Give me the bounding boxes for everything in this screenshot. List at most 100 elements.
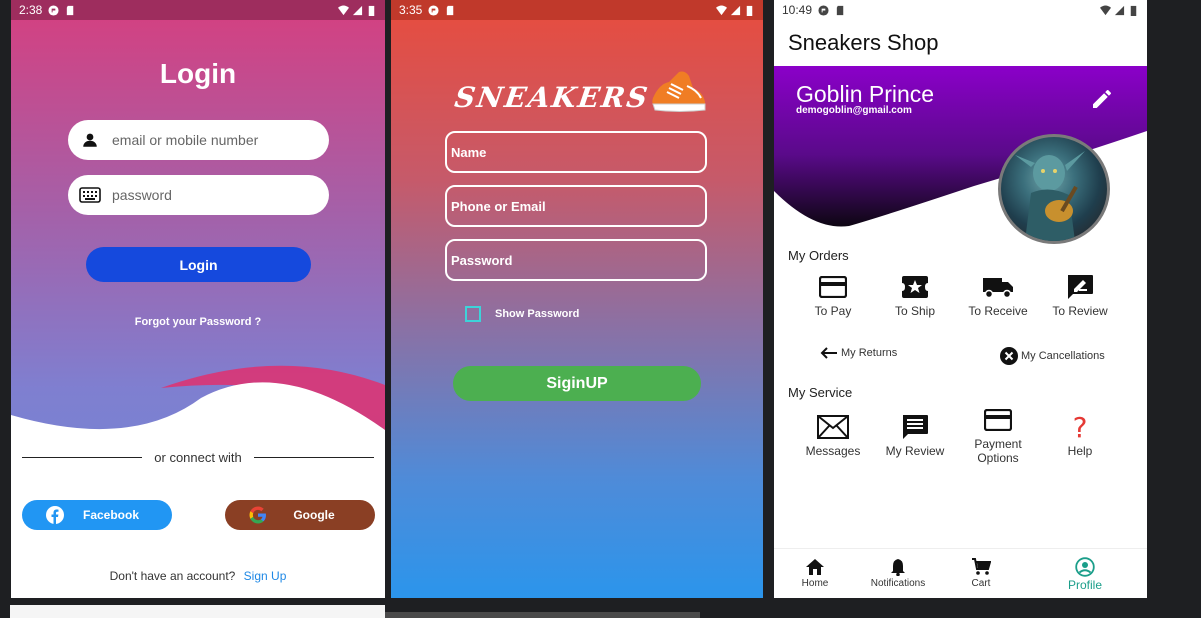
my-returns-link[interactable]: My Returns — [820, 347, 897, 359]
nav-notifications[interactable]: Notifications — [858, 557, 938, 589]
status-bar: 2:38 — [11, 0, 385, 20]
service-my-review[interactable]: My Review — [872, 412, 958, 458]
cancel-icon — [1000, 347, 1018, 365]
service-payment-options[interactable]: Payment Options — [955, 405, 1041, 465]
forgot-password-link[interactable]: Forgot your Password ? — [11, 316, 385, 328]
home-icon — [806, 559, 824, 575]
login-screen: 2:38 Login Login Forgot your Password ? … — [11, 0, 385, 598]
my-returns-label: My Returns — [841, 347, 898, 359]
email-input[interactable] — [112, 132, 312, 148]
mail-icon — [817, 415, 849, 439]
connect-divider: or connect with — [22, 450, 374, 465]
battery-icon — [368, 5, 375, 16]
orders-title: My Orders — [788, 248, 849, 263]
bottom-navigation: Home Notifications Cart Profile — [774, 548, 1147, 598]
google-label: Google — [293, 508, 335, 522]
wave-decoration — [11, 365, 385, 598]
facebook-label: Facebook — [82, 508, 139, 522]
signup-button[interactable]: SiginUP — [453, 366, 701, 401]
password-field[interactable] — [445, 239, 707, 281]
app-notification-icon — [428, 4, 439, 16]
name-field[interactable] — [445, 131, 707, 173]
contact-field[interactable] — [445, 185, 707, 227]
service-title: My Service — [788, 385, 853, 400]
nav-label: Notifications — [870, 578, 926, 589]
signal-icon — [352, 5, 363, 15]
service-messages[interactable]: Messages — [790, 412, 876, 458]
password-field[interactable] — [68, 175, 329, 215]
status-time: 2:38 — [19, 3, 43, 17]
decorative-strip — [10, 605, 385, 618]
show-password-toggle[interactable]: Show Password — [465, 306, 579, 322]
google-icon — [243, 500, 273, 530]
person-icon — [78, 128, 102, 152]
show-password-label: Show Password — [495, 308, 580, 320]
avatar[interactable] — [998, 134, 1110, 244]
brand-logo: SNEAKERS — [452, 68, 707, 114]
facebook-icon — [40, 500, 70, 530]
show-password-checkbox[interactable] — [465, 306, 481, 322]
person-icon — [1075, 557, 1095, 577]
service-label: Messages — [805, 444, 861, 458]
edit-icon[interactable] — [1090, 87, 1114, 116]
facebook-button[interactable]: Facebook — [22, 500, 172, 530]
name-input[interactable] — [451, 144, 691, 160]
signup-link[interactable]: Sign Up — [244, 569, 287, 583]
bell-icon — [891, 559, 905, 576]
signup-screen: 3:35 SNEAKERS Show Password SiginUP — [391, 0, 763, 598]
brand-text: SNEAKERS — [452, 81, 652, 114]
order-to-ship[interactable]: To Ship — [872, 272, 958, 318]
app-notification-icon — [48, 4, 59, 16]
order-label: To Receive — [968, 304, 1028, 318]
order-to-receive[interactable]: To Receive — [955, 272, 1041, 318]
decorative-strip — [385, 612, 700, 618]
battery-icon — [746, 5, 753, 16]
order-to-review[interactable]: To Review — [1037, 272, 1123, 318]
status-bar: 10:49 — [774, 0, 1147, 20]
rate-review-icon — [1068, 275, 1093, 299]
app-bar: Sneakers Shop — [774, 20, 1147, 66]
order-to-pay[interactable]: To Pay — [790, 272, 876, 318]
goblin-avatar-image — [1015, 151, 1085, 241]
user-email: demogoblin@gmail.com — [796, 105, 912, 116]
card-icon — [984, 409, 1012, 431]
nav-profile[interactable]: Profile — [1045, 557, 1125, 592]
status-bar: 3:35 — [391, 0, 763, 20]
signal-icon — [730, 5, 741, 15]
sd-card-icon — [447, 5, 454, 15]
my-cancellations-label: My Cancellations — [1021, 350, 1105, 362]
keyboard-icon — [78, 183, 102, 207]
app-title: Sneakers Shop — [788, 30, 939, 55]
comment-icon — [903, 415, 928, 439]
signal-icon — [1114, 5, 1125, 15]
password-input[interactable] — [451, 252, 691, 268]
service-label: Payment Options — [974, 437, 1022, 465]
order-label: To Review — [1052, 304, 1108, 318]
wifi-icon — [716, 4, 727, 15]
my-cancellations-link[interactable]: My Cancellations — [1000, 347, 1105, 365]
truck-icon — [983, 278, 1013, 299]
question-icon: ? — [1072, 410, 1088, 444]
google-button[interactable]: Google — [225, 500, 375, 530]
order-label: To Ship — [894, 304, 936, 318]
password-input[interactable] — [112, 187, 312, 203]
battery-icon — [1130, 5, 1137, 16]
sd-card-icon — [836, 5, 844, 15]
nav-label: Home — [801, 578, 829, 589]
signup-prompt: Don't have an account? Sign Up — [11, 569, 385, 583]
status-time: 3:35 — [399, 3, 423, 17]
wifi-icon — [1100, 4, 1111, 15]
sd-card-icon — [67, 5, 74, 15]
phone-email-input[interactable] — [451, 198, 691, 214]
user-name: Goblin Prince — [796, 81, 935, 107]
service-label: My Review — [885, 444, 945, 458]
email-field[interactable] — [68, 120, 329, 160]
login-button[interactable]: Login — [86, 247, 311, 282]
nav-cart[interactable]: Cart — [941, 557, 1021, 589]
status-time: 10:49 — [782, 3, 813, 17]
back-arrow-icon — [820, 347, 837, 359]
nav-home[interactable]: Home — [775, 557, 855, 589]
no-account-text: Don't have an account? — [109, 569, 236, 583]
service-help[interactable]: ? Help — [1037, 410, 1123, 459]
cart-icon — [972, 558, 991, 575]
